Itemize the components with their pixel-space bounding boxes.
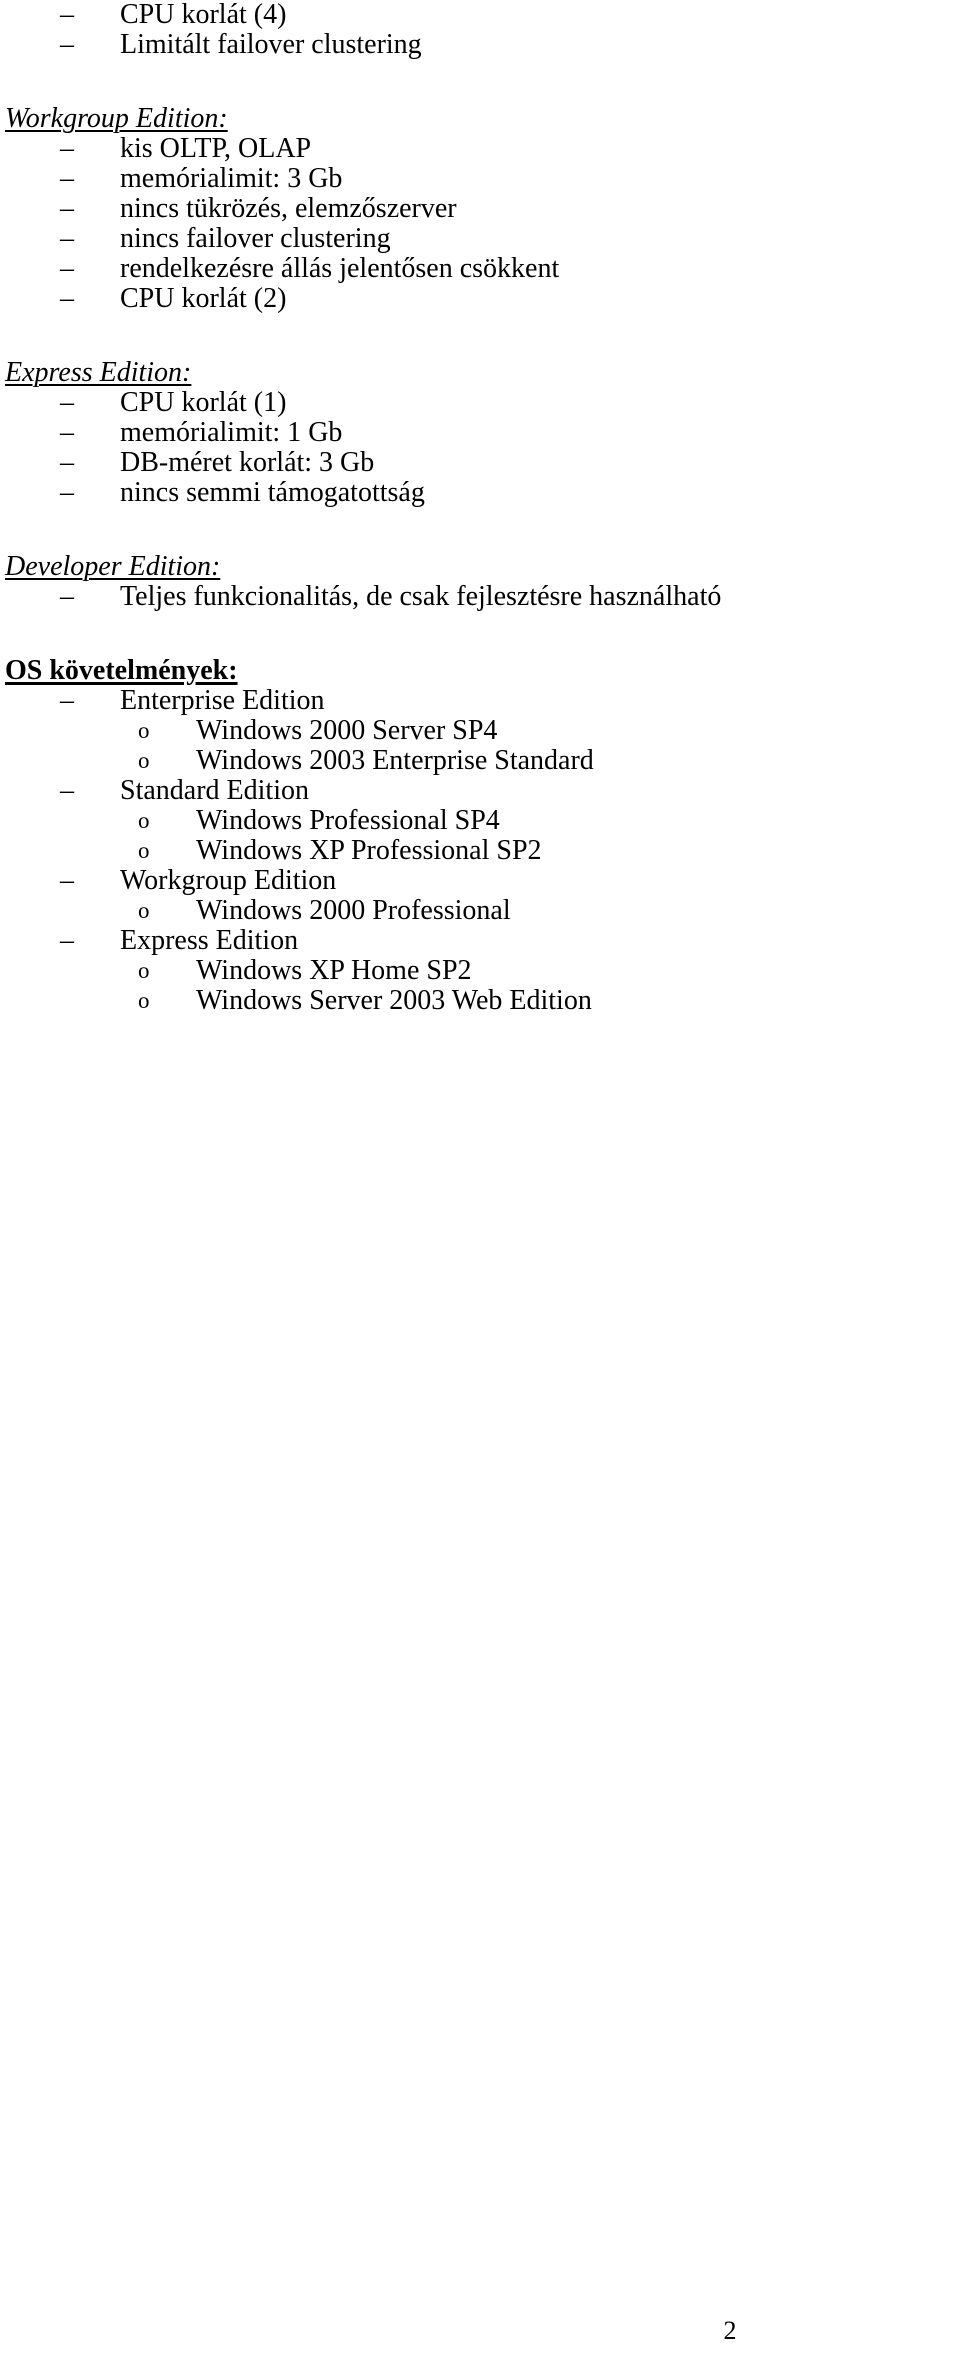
list-item-label: nincs failover clustering [120,223,391,254]
sub-list-item: o Windows 2003 Enterprise Standard [0,746,960,776]
list-item: – memórialimit: 3 Gb [0,164,960,194]
sub-list-item: o Windows 2000 Professional [0,896,960,926]
list-item: – CPU korlát (1) [0,388,960,418]
dash-bullet-icon: – [60,865,74,896]
list-item: – Enterprise Edition [0,686,960,716]
dash-bullet-icon: – [60,253,74,284]
list-item: – memórialimit: 1 Gb [0,418,960,448]
sub-list-item: o Windows 2000 Server SP4 [0,716,960,746]
dash-bullet-icon: – [60,223,74,254]
list-item-label: nincs tükrözés, elemzőszerver [120,193,457,224]
dash-bullet-icon: – [60,133,74,164]
list-item-label: Teljes funkcionalitás, de csak fejleszté… [120,581,722,612]
list-item: – Teljes funkcionalitás, de csak fejleszt… [0,582,960,612]
circle-bullet-icon: o [138,838,150,863]
vertical-spacer [0,60,960,104]
sub-list-item: o Windows Server 2003 Web Edition [0,986,960,1016]
vertical-spacer [0,612,960,656]
list-item: – nincs semmi támogatottság [0,478,960,508]
dash-bullet-icon: – [60,775,74,806]
document-body: – CPU korlát (4) – Limitált failover cluste… [0,0,960,1016]
list-item-label: Standard Edition [120,775,309,806]
section-heading: OS követelmények: [5,655,238,686]
list-item: – Limitált failover clustering [0,30,960,60]
list-item: – Standard Edition [0,776,960,806]
dash-bullet-icon: – [60,925,74,956]
document-page: – CPU korlát (4) – Limitált failover cluste… [0,0,960,2360]
list-item-label: Express Edition [120,925,299,956]
sub-list-item: o Windows XP Professional SP2 [0,836,960,866]
circle-bullet-icon: o [138,808,150,833]
list-item: – nincs failover clustering [0,224,960,254]
list-item: – CPU korlát (2) [0,284,960,314]
list-item-label: CPU korlát (2) [120,283,287,314]
sub-list-item: o Windows Professional SP4 [0,806,960,836]
list-item-label: rendelkezésre állás jelentősen csökkent [120,253,560,284]
dash-bullet-icon: – [60,29,74,60]
list-item: – Express Edition [0,926,960,956]
sub-list-item: o Windows XP Home SP2 [0,956,960,986]
list-item-label: kis OLTP, OLAP [120,133,312,164]
list-item: – Workgroup Edition [0,866,960,896]
list-item-label: CPU korlát (1) [120,387,287,418]
dash-bullet-icon: – [60,193,74,224]
list-item-label: nincs semmi támogatottság [120,477,425,508]
circle-bullet-icon: o [138,988,150,1013]
list-item: – DB-méret korlát: 3 Gb [0,448,960,478]
circle-bullet-icon: o [138,958,150,983]
dash-bullet-icon: – [60,477,74,508]
dash-bullet-icon: – [60,447,74,478]
page-number: 2 [723,2316,737,2345]
dash-bullet-icon: – [60,685,74,716]
dash-bullet-icon: – [60,417,74,448]
circle-bullet-icon: o [138,718,150,743]
dash-bullet-icon: – [60,387,74,418]
section-heading: Express Edition: [5,357,192,388]
list-item-label: DB-méret korlát: 3 Gb [120,447,375,478]
list-item-label: Workgroup Edition [120,865,337,896]
circle-bullet-icon: o [138,748,150,773]
section-heading: Workgroup Edition: [5,103,228,134]
section-heading: Developer Edition: [5,551,221,582]
dash-bullet-icon: – [60,0,74,30]
vertical-spacer [0,508,960,552]
list-item-label: memórialimit: 1 Gb [120,417,343,448]
list-item: – rendelkezésre állás jelentősen csökkent [0,254,960,284]
list-item-label: Limitált failover clustering [120,29,422,60]
dash-bullet-icon: – [60,163,74,194]
dash-bullet-icon: – [60,283,74,314]
list-item-label: Enterprise Edition [120,685,325,716]
list-item: – kis OLTP, OLAP [0,134,960,164]
circle-bullet-icon: o [138,898,150,923]
vertical-spacer [0,314,960,358]
dash-bullet-icon: – [60,581,74,612]
list-item-label: memórialimit: 3 Gb [120,163,343,194]
list-item-label: CPU korlát (4) [120,0,287,30]
list-item: – nincs tükrözés, elemzőszerver [0,194,960,224]
list-item: – CPU korlát (4) [0,0,960,30]
